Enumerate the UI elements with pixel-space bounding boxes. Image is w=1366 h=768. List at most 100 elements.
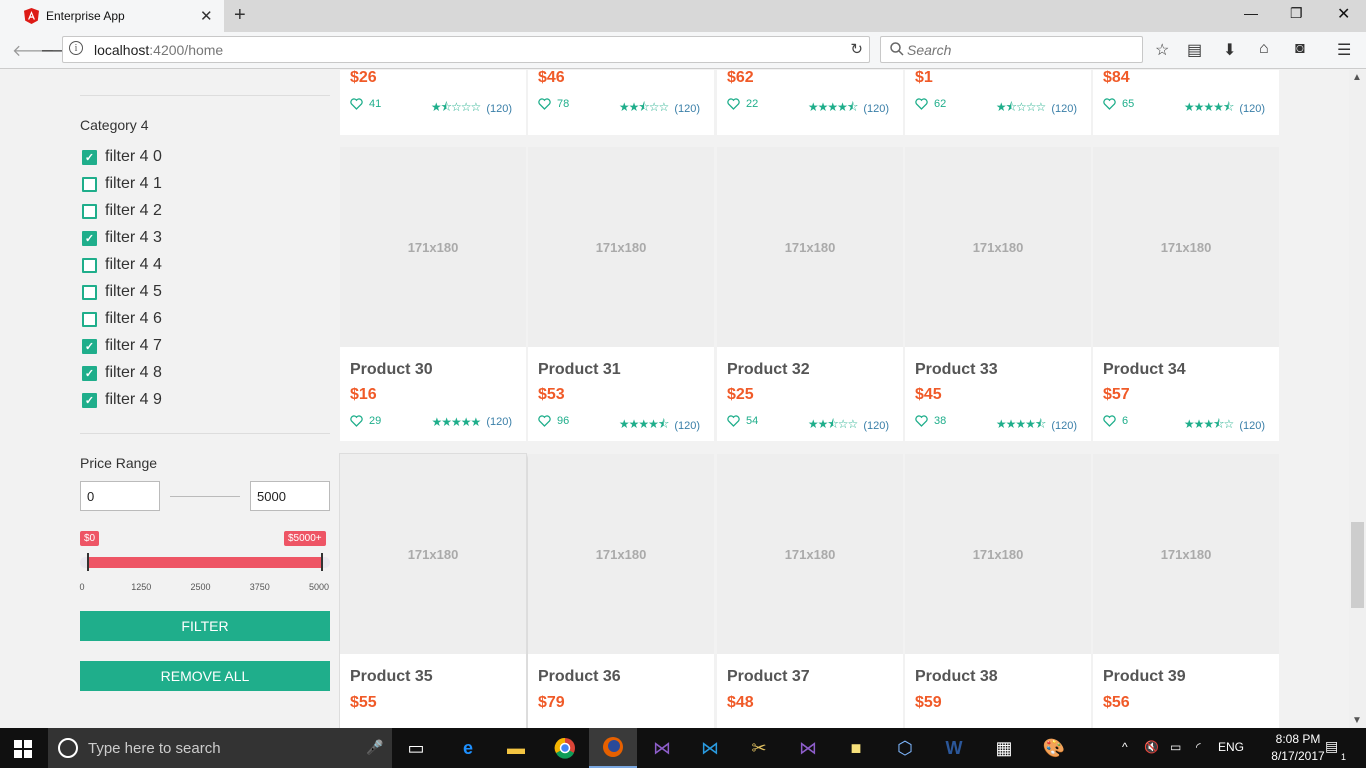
product-name[interactable]: Product 37 [727,668,810,686]
language-indicator[interactable]: ENG [1218,740,1244,754]
product-card[interactable]: 171x180 Product 37 $48 [717,454,903,728]
product-image-placeholder[interactable]: 171x180 [340,147,526,347]
heart-icon[interactable] [538,415,551,427]
heart-icon[interactable] [915,98,928,110]
3d-builder-icon[interactable]: ⬡ [881,728,929,768]
filter-option[interactable]: ✓ filter 4 3 [82,228,162,248]
filter-option[interactable]: filter 4 4 [82,255,162,275]
product-image-placeholder[interactable]: 171x180 [1093,454,1279,654]
heart-icon[interactable] [727,98,740,110]
checkbox-unchecked-icon[interactable] [82,203,97,219]
product-card[interactable]: 171x180 Product 33 $45 38 ★★★★⯪ (120) [905,147,1091,441]
filter-button[interactable]: FILTER [80,611,330,641]
product-card[interactable]: 171x180 Product 38 $59 [905,454,1091,728]
url-text[interactable]: localhost:4200/home [94,42,223,58]
product-card[interactable]: 171x180 Product 34 $57 6 ★★★⯪☆ (120) [1093,147,1279,441]
filter-option[interactable]: filter 4 6 [82,309,162,329]
reading-list-icon[interactable]: ▤ [1187,40,1202,60]
pocket-icon[interactable]: ◙ [1295,40,1305,58]
visual-studio-icon[interactable]: ⋈ [638,728,686,768]
download-icon[interactable]: ⬇ [1223,40,1236,60]
checkbox-unchecked-icon[interactable] [82,311,97,327]
heart-icon[interactable] [915,415,928,427]
heart-icon[interactable] [538,98,551,110]
checkbox-checked-icon[interactable]: ✓ [82,365,97,381]
like-button[interactable]: 29 [350,415,381,427]
heart-icon[interactable] [727,415,740,427]
product-card[interactable]: 171x180 Product 31 $53 96 ★★★★⯪ (120) [528,147,714,441]
product-name[interactable]: Product 32 [727,361,810,379]
heart-icon[interactable] [1103,415,1116,427]
url-bar[interactable]: i localhost:4200/home ↻ [62,36,870,63]
filter-option[interactable]: ✓ filter 4 0 [82,147,162,167]
system-clock[interactable]: 8:08 PM 8/17/2017 [1268,731,1328,765]
bookmark-star-icon[interactable]: ☆ [1155,40,1169,60]
product-card[interactable]: $26 41 ★⯪☆☆☆ (120) [340,70,526,135]
price-max-input[interactable] [250,481,330,511]
like-button[interactable]: 65 [1103,98,1134,110]
product-image-placeholder[interactable]: 171x180 [905,147,1091,347]
scroll-thumb[interactable] [1351,522,1364,608]
like-button[interactable]: 96 [538,415,569,427]
scroll-up-icon[interactable]: ▲ [1352,72,1362,83]
show-hidden-icons-icon[interactable]: ^ [1122,740,1128,754]
like-button[interactable]: 22 [727,98,758,110]
checkbox-checked-icon[interactable]: ✓ [82,338,97,354]
battery-icon[interactable]: ▭ [1170,740,1181,754]
product-name[interactable]: Product 39 [1103,668,1186,686]
product-image-placeholder[interactable]: 171x180 [528,454,714,654]
like-button[interactable]: 6 [1103,415,1128,427]
product-card[interactable]: $62 22 ★★★★⯪ (120) [717,70,903,135]
product-image-placeholder[interactable]: 171x180 [528,147,714,347]
close-tab-icon[interactable]: ✕ [200,7,213,25]
like-button[interactable]: 62 [915,98,946,110]
visual-studio-alt-icon[interactable]: ⋈ [784,728,832,768]
product-image-placeholder[interactable]: 171x180 [1093,147,1279,347]
product-image-placeholder[interactable]: 171x180 [717,147,903,347]
search-input[interactable] [907,41,1127,59]
like-button[interactable]: 78 [538,98,569,110]
home-icon[interactable]: ⌂ [1259,40,1269,58]
product-name[interactable]: Product 35 [350,668,433,686]
product-card[interactable]: 171x180 Product 35 $55 [340,454,526,728]
minimize-icon[interactable]: — [1244,5,1258,21]
search-bar[interactable] [880,36,1143,63]
like-button[interactable]: 54 [727,415,758,427]
taskbar-search[interactable]: Type here to search 🎤 [48,728,392,768]
product-card[interactable]: $84 65 ★★★★⯪ (120) [1093,70,1279,135]
reload-icon[interactable]: ↻ [850,40,863,58]
checkbox-unchecked-icon[interactable] [82,284,97,300]
filter-option[interactable]: ✓ filter 4 7 [82,336,162,356]
close-window-icon[interactable]: ✕ [1337,4,1350,24]
checkbox-checked-icon[interactable]: ✓ [82,149,97,165]
filter-option[interactable]: ✓ filter 4 9 [82,390,162,410]
restore-icon[interactable]: ❐ [1290,5,1303,22]
price-slider-max-handle[interactable] [321,553,323,571]
heart-icon[interactable] [350,98,363,110]
wifi-icon[interactable]: ◜ [1196,740,1201,754]
menu-icon[interactable]: ☰ [1337,40,1351,60]
product-name[interactable]: Product 30 [350,361,433,379]
product-card[interactable]: 171x180 Product 32 $25 54 ★★⯪☆☆ (120) [717,147,903,441]
page-scrollbar[interactable]: ▲ ▼ [1349,70,1366,728]
file-explorer-icon[interactable]: ▬ [492,728,540,768]
microphone-icon[interactable]: 🎤 [366,739,383,756]
edge-icon[interactable]: e [444,728,492,768]
product-card[interactable]: $46 78 ★★⯪☆☆ (120) [528,70,714,135]
heart-icon[interactable] [350,415,363,427]
product-name[interactable]: Product 38 [915,668,998,686]
price-slider-min-handle[interactable] [87,553,89,571]
volume-icon[interactable]: 🔇 [1144,740,1159,754]
heart-icon[interactable] [1103,98,1116,110]
checkbox-checked-icon[interactable]: ✓ [82,230,97,246]
firefox-icon[interactable] [589,728,637,768]
browser-tab[interactable]: Enterprise App ✕ [0,0,224,32]
product-name[interactable]: Product 33 [915,361,998,379]
product-image-placeholder[interactable]: 171x180 [905,454,1091,654]
info-icon[interactable]: i [69,41,83,55]
calculator-icon[interactable]: ▦ [980,728,1028,768]
new-tab-icon[interactable]: + [234,4,246,27]
product-card[interactable]: 171x180 Product 39 $56 [1093,454,1279,728]
checkbox-unchecked-icon[interactable] [82,257,97,273]
product-card[interactable]: $1 62 ★⯪☆☆☆ (120) [905,70,1091,135]
